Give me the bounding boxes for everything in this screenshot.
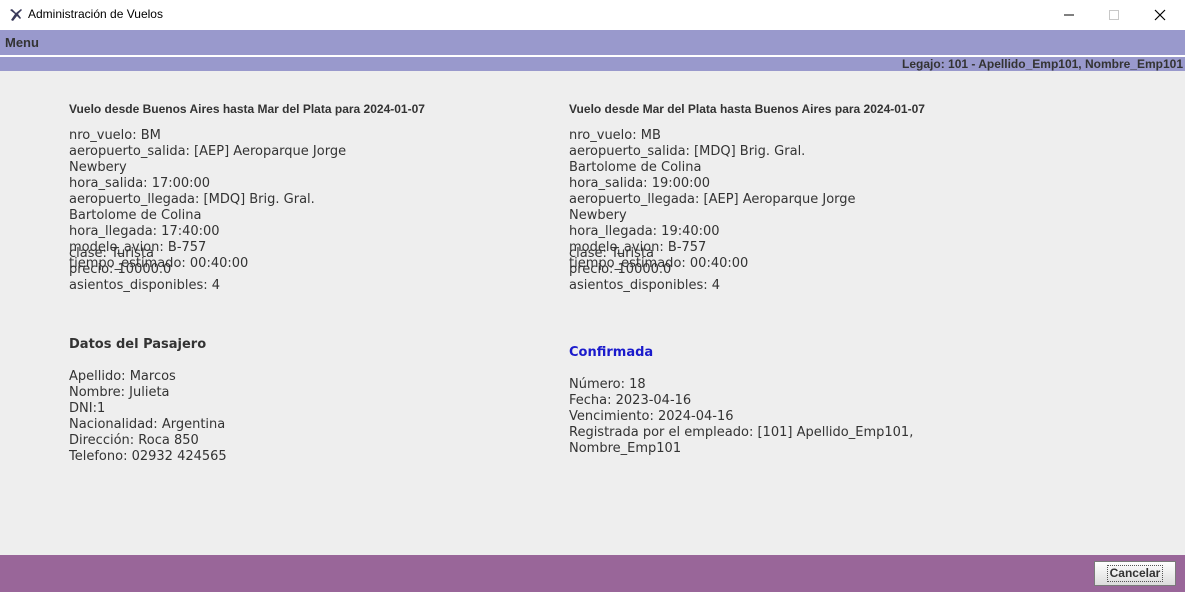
flight-detail-line: hora_salida: 17:00:00 xyxy=(69,176,211,191)
flight-detail-line: Bartolome de Colina xyxy=(569,160,702,175)
reservation-detail-line: Vencimiento: 2024-04-16 xyxy=(569,409,734,424)
outbound-flight-title: Vuelo desde Buenos Aires hasta Mar del P… xyxy=(69,102,425,116)
passenger-detail-line: DNI:1 xyxy=(69,401,106,416)
reservation-detail-line: Nombre_Emp101 xyxy=(569,441,682,456)
passenger-detail-line: Nacionalidad: Argentina xyxy=(69,417,226,432)
passenger-title: Datos del Pasajero xyxy=(69,337,207,352)
flight-detail-line: hora_llegada: 19:40:00 xyxy=(569,224,720,239)
passenger-detail-line: Telefono: 02932 424565 xyxy=(69,449,227,464)
flight-detail-line: Newbery xyxy=(69,160,127,175)
flight-detail-line: nro_vuelo: MB xyxy=(569,128,661,143)
minimize-icon xyxy=(1064,14,1074,16)
return-flight-title: Vuelo desde Mar del Plata hasta Buenos A… xyxy=(569,102,925,116)
flight-detail-line: asientos_disponibles: 4 xyxy=(569,278,721,293)
reservation-status: Confirmada xyxy=(569,345,654,360)
passenger-detail-line: Dirección: Roca 850 xyxy=(69,433,199,448)
reservation-detail-line: Fecha: 2023-04-16 xyxy=(569,393,692,408)
window-titlebar: Administración de Vuelos xyxy=(0,0,1185,30)
flight-detail-line: aeropuerto_salida: [MDQ] Brig. Gral. xyxy=(569,144,806,159)
flight-detail-line: Bartolome de Colina xyxy=(69,208,202,223)
window-title: Administración de Vuelos xyxy=(28,7,163,21)
passenger-detail-line: Apellido: Marcos xyxy=(69,369,176,384)
airplane-icon xyxy=(8,7,24,23)
passenger-detail-line: Nombre: Julieta xyxy=(69,385,170,400)
flight-detail-line: aeropuerto_llegada: [MDQ] Brig. Gral. xyxy=(69,192,315,207)
flight-detail-line: aeropuerto_llegada: [AEP] Aeroparque Jor… xyxy=(569,192,856,207)
maximize-button[interactable] xyxy=(1091,0,1137,30)
flight-detail-line: hora_salida: 19:00:00 xyxy=(569,176,711,191)
flight-detail-line: precio: 10000.0 xyxy=(69,262,172,277)
maximize-icon xyxy=(1109,10,1119,20)
flight-detail-line: asientos_disponibles: 4 xyxy=(69,278,221,293)
close-icon xyxy=(1154,9,1166,21)
reservation-detail-line: Registrada por el empleado: [101] Apelli… xyxy=(569,425,914,440)
footer-bar xyxy=(0,555,1185,592)
menu-item[interactable]: Menu xyxy=(5,35,39,50)
reservation-detail-line: Número: 18 xyxy=(569,377,646,392)
flight-detail-line: aeropuerto_salida: [AEP] Aeroparque Jorg… xyxy=(69,144,347,159)
user-status-bar: Legajo: 101 - Apellido_Emp101, Nombre_Em… xyxy=(0,57,1185,71)
flight-detail-line: hora_llegada: 17:40:00 xyxy=(69,224,220,239)
minimize-button[interactable] xyxy=(1046,0,1092,30)
cancel-button[interactable]: Cancelar xyxy=(1094,561,1176,586)
flight-detail-line: Newbery xyxy=(569,208,627,223)
cancel-button-label: Cancelar xyxy=(1106,565,1164,582)
menu-bar: Menu xyxy=(0,30,1185,55)
flight-detail-line: precio: 10000.0 xyxy=(569,262,672,277)
flight-detail-line: nro_vuelo: BM xyxy=(69,128,161,143)
employee-label: Legajo: 101 - Apellido_Emp101, Nombre_Em… xyxy=(902,57,1183,71)
close-button[interactable] xyxy=(1137,0,1183,30)
